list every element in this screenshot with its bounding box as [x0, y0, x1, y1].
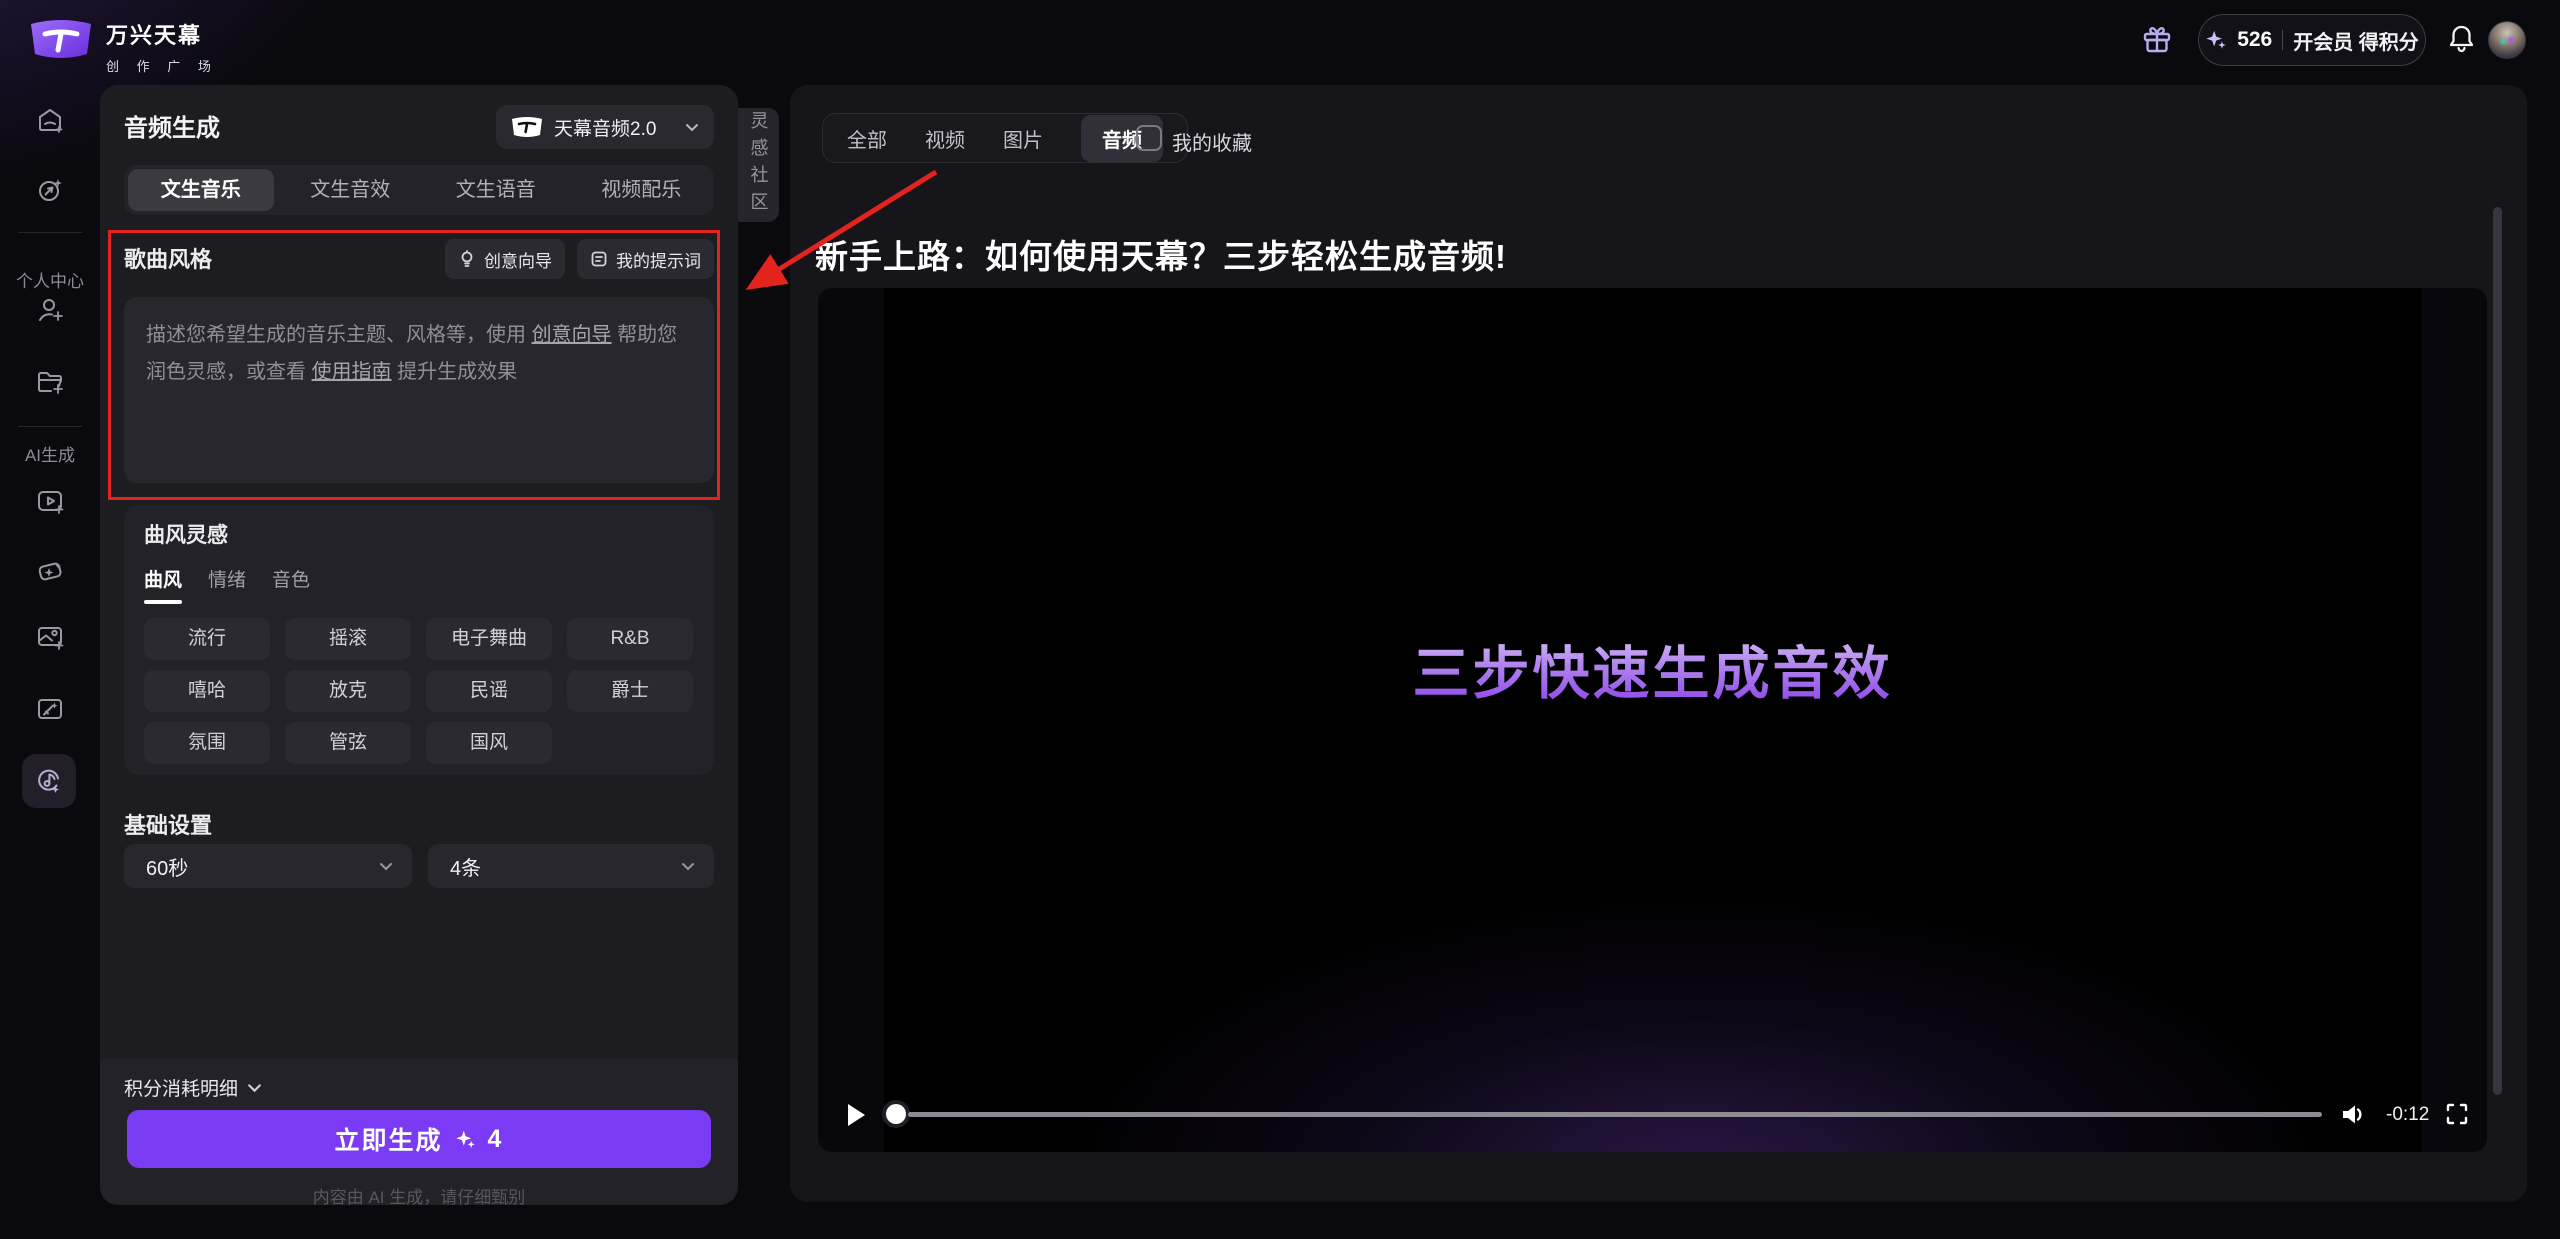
- chevron-down-icon: [684, 119, 700, 135]
- genre-chip[interactable]: 摇滚: [285, 618, 411, 660]
- points-detail-toggle[interactable]: 积分消耗明细: [124, 1074, 263, 1101]
- sidebar-item-ai-image[interactable]: [35, 622, 65, 652]
- content-scrollbar[interactable]: [2493, 207, 2502, 1095]
- sidebar-item-profile[interactable]: [35, 295, 65, 325]
- genre-chip[interactable]: 电子舞曲: [426, 618, 552, 660]
- sparkle-icon: [2205, 29, 2227, 51]
- sidebar-item-discover[interactable]: [35, 175, 65, 205]
- sidebar-item-ai-creative[interactable]: [35, 555, 65, 585]
- duration-value: 60秒: [146, 852, 378, 881]
- ai-disclaimer: 内容由 AI 生成，请仔细甄别: [100, 1183, 738, 1208]
- generate-footer: 积分消耗明细 立即生成 4 内容由 AI 生成，请仔细甄别: [100, 1059, 738, 1205]
- seek-handle[interactable]: [886, 1104, 906, 1124]
- tab-video[interactable]: 视频: [925, 124, 965, 153]
- sidebar-item-ai-video[interactable]: [35, 486, 65, 516]
- generate-button[interactable]: 立即生成 4: [127, 1110, 711, 1168]
- model-logo-icon: [510, 114, 544, 140]
- brand-logo-icon: [28, 15, 94, 63]
- tab-timbre[interactable]: 音色: [272, 565, 310, 592]
- tab-genre[interactable]: 曲风: [144, 565, 182, 592]
- genre-chip[interactable]: 爵士: [567, 670, 693, 712]
- sidebar-section-personal: 个人中心: [0, 267, 100, 292]
- points-count: 526: [2237, 28, 2272, 52]
- sidebar-divider: [18, 426, 82, 427]
- genre-inspiration-card: 曲风灵感 曲风 情绪 音色 流行 摇滚 电子舞曲 R&B 嘻哈 放克 民谣 爵士…: [124, 505, 714, 775]
- genre-chip[interactable]: 管弦: [285, 722, 411, 764]
- app-logo-icon[interactable]: [28, 15, 94, 63]
- count-select[interactable]: 4条: [428, 844, 714, 888]
- tutorial-video-player[interactable]: 三步快速生成音效 -0:12: [818, 288, 2487, 1152]
- tab-text-to-music[interactable]: 文生音乐: [128, 169, 274, 211]
- tab-mood[interactable]: 情绪: [208, 565, 246, 592]
- genre-category-tabs: 曲风 情绪 音色: [144, 565, 694, 592]
- genre-chip[interactable]: R&B: [567, 618, 693, 660]
- settings-section-title: 基础设置: [124, 808, 212, 840]
- fullscreen-icon[interactable]: [2445, 1102, 2469, 1126]
- tab-image[interactable]: 图片: [1003, 124, 1043, 153]
- app-window: 万兴天幕 创 作 广 场 526 开会员 得积分: [0, 0, 2560, 1239]
- generate-label: 立即生成: [335, 1121, 443, 1157]
- genre-chip[interactable]: 国风: [426, 722, 552, 764]
- genre-chip[interactable]: 流行: [144, 618, 270, 660]
- active-tab-underline: [144, 600, 182, 604]
- volume-icon[interactable]: [2340, 1101, 2367, 1128]
- brand-block: 万兴天幕 创 作 广 场: [106, 18, 218, 75]
- gift-icon[interactable]: [2140, 22, 2174, 56]
- tab-text-to-voice[interactable]: 文生语音: [423, 169, 569, 211]
- notifications-bell-icon[interactable]: [2446, 23, 2477, 54]
- generation-mode-tabs: 文生音乐 文生音效 文生语音 视频配乐: [124, 165, 714, 215]
- genre-chip[interactable]: 放克: [285, 670, 411, 712]
- points-detail-label: 积分消耗明细: [124, 1074, 238, 1101]
- user-avatar[interactable]: [2488, 21, 2526, 59]
- sidebar-divider: [18, 232, 82, 233]
- model-selector-dropdown[interactable]: 天幕音频2.0: [496, 105, 714, 149]
- time-remaining: -0:12: [2386, 1104, 2429, 1126]
- sidebar-section-ai: AI生成: [0, 441, 100, 466]
- brand-subtitle: 创 作 广 场: [106, 56, 218, 75]
- count-value: 4条: [450, 852, 680, 881]
- chevron-down-icon: [378, 858, 394, 874]
- tab-all[interactable]: 全部: [847, 124, 887, 153]
- content-panel: 全部 视频 图片 音频 我的收藏 新手上路：如何使用天幕？三步轻松生成音频! 三…: [790, 85, 2527, 1202]
- favorites-checkbox[interactable]: [1136, 125, 1162, 151]
- favorites-label[interactable]: 我的收藏: [1172, 127, 1252, 156]
- genre-chip[interactable]: 民谣: [426, 670, 552, 712]
- duration-select[interactable]: 60秒: [124, 844, 412, 888]
- sidebar-item-ai-audio-active[interactable]: [22, 754, 76, 808]
- genre-chip[interactable]: 氛围: [144, 722, 270, 764]
- generate-cost: 4: [488, 1125, 504, 1154]
- genre-chip[interactable]: 嘻哈: [144, 670, 270, 712]
- sidebar-item-ai-image-edit[interactable]: [35, 694, 65, 724]
- video-overlay-text: 三步快速生成音效: [818, 628, 2487, 710]
- genre-section-title: 曲风灵感: [144, 519, 694, 549]
- sidebar-item-assets[interactable]: [35, 366, 65, 396]
- panel-title: 音频生成: [124, 108, 220, 143]
- chevron-down-icon: [680, 858, 696, 874]
- play-button[interactable]: [848, 1104, 865, 1126]
- brand-title: 万兴天幕: [106, 18, 218, 50]
- video-screen: [884, 288, 2421, 1152]
- tab-video-bgm[interactable]: 视频配乐: [569, 169, 715, 211]
- pill-divider: [2282, 30, 2283, 50]
- points-membership-pill[interactable]: 526 开会员 得积分: [2198, 14, 2426, 66]
- progress-bar[interactable]: [908, 1112, 2322, 1117]
- model-selector-value: 天幕音频2.0: [554, 114, 674, 141]
- sidebar-item-home[interactable]: [35, 105, 65, 135]
- genre-chip-grid: 流行 摇滚 电子舞曲 R&B 嘻哈 放克 民谣 爵士 氛围 管弦 国风: [144, 618, 694, 764]
- tab-text-to-sfx[interactable]: 文生音效: [278, 169, 424, 211]
- membership-label[interactable]: 开会员 得积分: [2293, 26, 2419, 55]
- annotation-arrow: [700, 150, 970, 325]
- annotation-rectangle: [108, 230, 720, 500]
- sparkle-icon: [455, 1129, 476, 1150]
- chevron-down-icon: [246, 1079, 263, 1096]
